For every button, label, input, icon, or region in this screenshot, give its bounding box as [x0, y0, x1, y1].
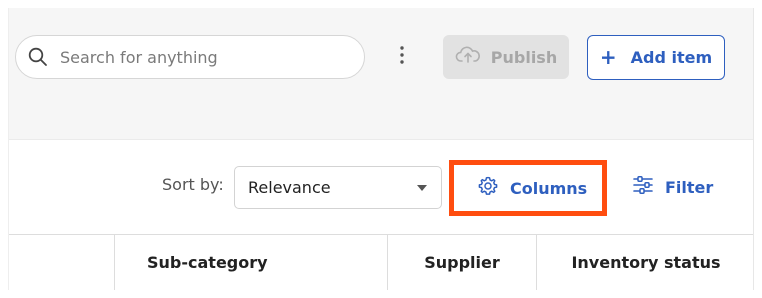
gear-icon [477, 175, 499, 201]
inventory-panel: Publish + Add item Sort by: Relevance [8, 8, 754, 290]
add-item-button[interactable]: + Add item [587, 35, 725, 80]
columns-label: Columns [510, 178, 588, 198]
search-input[interactable] [58, 46, 328, 68]
publish-label: Publish [490, 47, 558, 67]
sort-dropdown[interactable]: Relevance [234, 166, 442, 209]
sort-label: Sort by: [162, 175, 224, 194]
search-box[interactable] [15, 35, 365, 79]
filter-button[interactable]: Filter [632, 175, 713, 199]
sort-selected-value: Relevance [248, 178, 331, 197]
vertical-ellipsis-icon [399, 45, 405, 69]
sliders-icon [632, 175, 654, 199]
plus-icon: + [599, 45, 617, 69]
column-header-inventory-status[interactable]: Inventory status [537, 235, 753, 290]
filter-label: Filter [665, 177, 714, 197]
search-icon [28, 47, 48, 67]
publish-button[interactable]: Publish [443, 35, 569, 79]
list-toolbar: Sort by: Relevance Columns Filter [9, 140, 753, 234]
columns-button[interactable]: Columns [477, 175, 587, 201]
column-header-supplier[interactable]: Supplier [388, 235, 537, 290]
more-options-button[interactable] [390, 41, 414, 73]
add-item-label: Add item [630, 48, 713, 67]
chevron-down-icon [417, 184, 427, 191]
top-toolbar: Publish + Add item [9, 8, 753, 140]
column-header-sub-category[interactable]: Sub-category [115, 235, 388, 290]
table-header: Sub-category Supplier Inventory status [9, 234, 753, 290]
page-frame: Publish + Add item Sort by: Relevance [0, 0, 762, 298]
cloud-upload-icon [455, 44, 481, 70]
column-header-blank[interactable] [9, 235, 115, 290]
